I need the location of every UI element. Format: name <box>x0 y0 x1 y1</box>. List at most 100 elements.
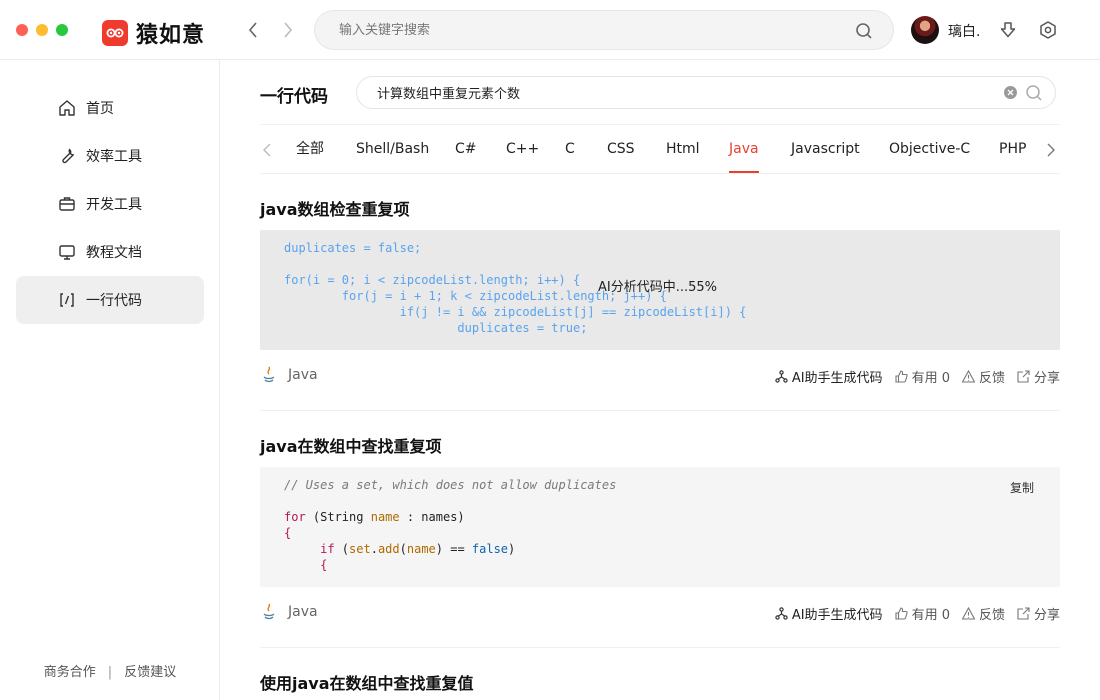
gear-icon[interactable] <box>1037 19 1059 41</box>
code-text: ( <box>399 542 407 556</box>
business-link[interactable]: 商务合作 <box>44 665 96 680</box>
feedback-label: 反馈 <box>978 608 1005 623</box>
tab-html[interactable]: Html <box>666 125 700 173</box>
language-label: Java <box>288 604 318 620</box>
share-button[interactable]: 分享 <box>1017 604 1060 623</box>
chevron-right-icon <box>284 22 293 38</box>
close-window-button[interactable] <box>16 24 28 36</box>
useful-button[interactable]: 有用 0 <box>895 367 950 386</box>
code-text: (String <box>305 510 371 524</box>
sidebar-item-label: 效率工具 <box>86 149 142 165</box>
clear-icon[interactable] <box>1004 86 1017 99</box>
code-variable: set <box>349 542 371 556</box>
forward-button[interactable] <box>277 18 299 42</box>
code-search-input[interactable] <box>377 77 977 108</box>
feedback-link[interactable]: 反馈建议 <box>124 665 176 680</box>
username[interactable]: 璃白. <box>948 21 980 41</box>
download-icon[interactable] <box>997 19 1019 41</box>
wrench-icon <box>58 147 76 165</box>
snippet-actions: AI助手生成代码 有用 0 反馈 分享 <box>775 604 1060 623</box>
app-logo[interactable]: 猿如意 <box>102 17 205 49</box>
feedback-label: 反馈 <box>978 371 1005 386</box>
code-text: ( <box>334 542 350 556</box>
java-icon <box>260 603 278 621</box>
window-controls <box>16 24 68 36</box>
tab-cpp[interactable]: C++ <box>506 125 539 173</box>
tab-all[interactable]: 全部 <box>296 125 324 173</box>
tab-csharp[interactable]: C# <box>455 125 477 173</box>
avatar[interactable] <box>911 16 939 44</box>
language-tabs: 全部 Shell/Bash C# C++ C CSS Html Java Jav… <box>260 124 1060 174</box>
snippet-meta: Java AI助手生成代码 有用 0 反馈 分享 <box>260 364 1060 388</box>
back-button[interactable] <box>242 18 264 42</box>
sidebar-item-label: 开发工具 <box>86 197 142 213</box>
code-line: duplicates = true; <box>284 321 588 335</box>
sidebar-item-one-line-code[interactable]: 一行代码 <box>16 276 204 324</box>
code-brace: { <box>284 526 292 540</box>
code-text: ) == <box>435 542 472 556</box>
ai-generate-button[interactable]: AI助手生成代码 <box>775 604 883 623</box>
snippet-title[interactable]: 使用java在数组中查找重复值 <box>260 670 474 694</box>
share-button[interactable]: 分享 <box>1017 367 1060 386</box>
thumbs-up-icon <box>895 607 908 620</box>
useful-count: 有用 0 <box>911 608 950 623</box>
sidebar-item-dev-tools[interactable]: 开发工具 <box>16 180 204 228</box>
page-title: 一行代码 <box>260 87 328 107</box>
useful-count: 有用 0 <box>911 371 950 386</box>
share-label: 分享 <box>1033 608 1060 623</box>
code-slash-icon <box>58 291 76 309</box>
code-keyword: for <box>284 510 306 524</box>
useful-button[interactable]: 有用 0 <box>895 604 950 623</box>
search-icon[interactable] <box>855 22 873 44</box>
snippet-title[interactable]: java数组检查重复项 <box>260 196 410 220</box>
tab-c[interactable]: C <box>565 125 575 173</box>
ai-generate-label: AI助手生成代码 <box>791 371 883 386</box>
tab-java[interactable]: Java <box>729 125 759 173</box>
sidebar-item-home[interactable]: 首页 <box>16 84 204 132</box>
tab-shell-bash[interactable]: Shell/Bash <box>356 125 429 173</box>
code-block: 复制 // Uses a set, which does not allow d… <box>260 467 1060 587</box>
minimize-window-button[interactable] <box>36 24 48 36</box>
share-label: 分享 <box>1033 371 1060 386</box>
code-variable: name <box>370 510 400 524</box>
code-text: : names) <box>399 510 465 524</box>
code-text: . <box>370 542 378 556</box>
code-comment: // Uses a set, which does not allow dupl… <box>284 478 617 492</box>
sidebar-item-efficiency-tools[interactable]: 效率工具 <box>16 132 204 180</box>
ai-generate-button[interactable]: AI助手生成代码 <box>775 367 883 386</box>
briefcase-icon <box>58 195 76 213</box>
tab-php[interactable]: PHP <box>999 125 1026 173</box>
feedback-button[interactable]: 反馈 <box>961 604 1005 623</box>
sidebar-item-tutorials[interactable]: 教程文档 <box>16 228 204 276</box>
global-search-input[interactable] <box>339 11 839 49</box>
code-brace: { <box>320 558 328 572</box>
sidebar-item-label: 一行代码 <box>86 293 142 309</box>
main-content: 一行代码 全部 Shell/Bash C# C++ C CSS Html Jav… <box>220 60 1100 700</box>
sidebar: 首页 效率工具 开发工具 教程文档 一行代码 商务合作 | 反馈建议 <box>0 60 220 700</box>
code-variable: name <box>406 542 436 556</box>
tab-objective-c[interactable]: Objective-C <box>889 125 970 173</box>
sidebar-item-label: 首页 <box>86 101 114 117</box>
search-icon[interactable] <box>1025 84 1043 106</box>
snippet-meta: Java AI助手生成代码 有用 0 反馈 分享 <box>260 601 1060 625</box>
share-icon <box>1017 370 1030 383</box>
divider <box>260 647 1060 648</box>
ai-network-icon <box>775 370 788 383</box>
snippet-title[interactable]: java在数组中查找重复项 <box>260 433 442 457</box>
java-icon <box>260 366 278 384</box>
feedback-button[interactable]: 反馈 <box>961 367 1005 386</box>
footer-separator: | <box>107 665 113 680</box>
code-block: duplicates = false; for(i = 0; i < zipco… <box>260 230 1060 350</box>
tab-javascript[interactable]: Javascript <box>791 125 860 173</box>
tab-css[interactable]: CSS <box>607 125 635 173</box>
tabs-scroll-right-button[interactable] <box>1044 141 1058 159</box>
ai-analysis-status: AI分析代码中...55% <box>598 280 718 295</box>
maximize-window-button[interactable] <box>56 24 68 36</box>
language-tag: Java <box>260 366 318 384</box>
monitor-icon <box>58 243 76 261</box>
chevron-left-icon <box>248 22 257 38</box>
chevron-right-icon <box>1047 143 1055 157</box>
copy-button[interactable]: 复制 <box>1010 480 1034 496</box>
tabs-scroll-left-button[interactable] <box>260 141 274 159</box>
chevron-left-icon <box>263 143 271 157</box>
